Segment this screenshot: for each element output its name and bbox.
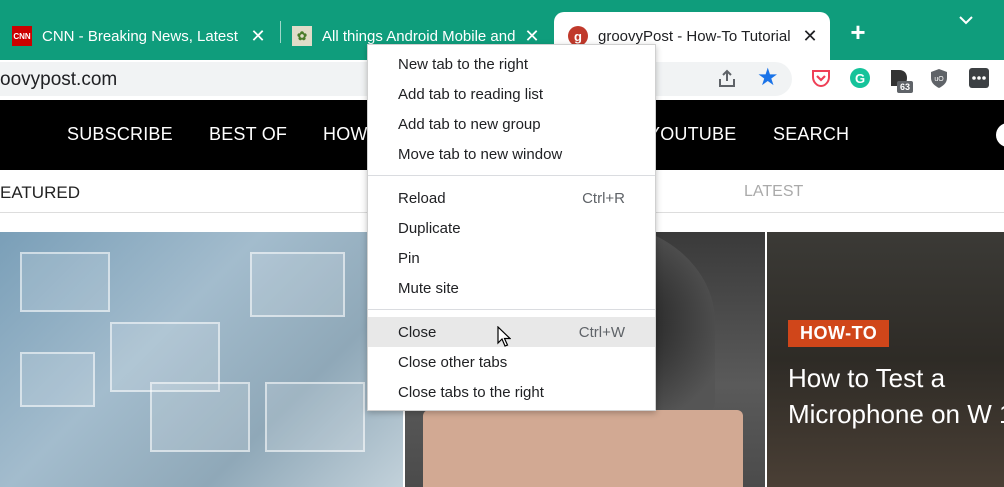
mouse-cursor-icon [497, 326, 511, 347]
tab-title: All things Android Mobile and [322, 27, 516, 45]
android-favicon-icon: ✿ [292, 26, 312, 46]
envelope-icon [150, 382, 250, 452]
menu-item-close-other-tabs[interactable]: Close other tabs [368, 347, 655, 377]
nav-youtube[interactable]: YOUTUBE [648, 124, 736, 145]
envelope-icon [20, 252, 110, 312]
bookmark-star-icon[interactable]: ★ [757, 66, 779, 90]
tab-title: groovyPost - How-To Tutorial [598, 27, 791, 45]
ublock-origin-icon[interactable]: uO [928, 67, 950, 89]
envelope-icon [20, 352, 95, 407]
new-tab-plus-icon[interactable]: + [846, 19, 870, 45]
close-icon[interactable]: ✕ [248, 26, 268, 47]
menu-item-mute-site[interactable]: Mute site [368, 273, 655, 303]
groovypost-favicon-icon: g [568, 26, 588, 46]
nav-subscribe[interactable]: SUBSCRIBE [67, 124, 173, 145]
laptop-image [423, 410, 743, 487]
shortcut-label: Ctrl+R [582, 190, 625, 207]
menu-item-close[interactable]: Close Ctrl+W [368, 317, 655, 347]
menu-item-duplicate[interactable]: Duplicate [368, 213, 655, 243]
chevron-down-icon[interactable] [956, 10, 976, 30]
svg-text:G: G [855, 71, 865, 86]
category-badge[interactable]: HOW-TO [788, 320, 890, 347]
menu-item-pin[interactable]: Pin [368, 243, 655, 273]
grammarly-icon[interactable]: G [849, 67, 871, 89]
nav-best-of[interactable]: BEST OF [209, 124, 287, 145]
envelope-icon [250, 252, 345, 317]
menu-item-reload[interactable]: Reload Ctrl+R [368, 183, 655, 213]
url-text[interactable]: oovypost.com [0, 69, 117, 91]
menu-item-new-tab-right[interactable]: New tab to the right [368, 49, 655, 79]
tab-cnn[interactable]: CNN CNN - Breaking News, Latest N ✕ [12, 12, 268, 60]
tab-latest[interactable]: LATEST [744, 183, 803, 201]
cnn-favicon-icon: CNN [12, 26, 32, 46]
close-icon[interactable]: ✕ [800, 26, 820, 47]
shortcut-label: Ctrl+W [578, 324, 625, 341]
svg-text:uO: uO [934, 76, 944, 83]
extension-badge: 63 [897, 81, 914, 93]
menu-separator [368, 175, 655, 176]
tab-context-menu: New tab to the right Add tab to reading … [367, 44, 656, 411]
nav-how[interactable]: HOW [323, 124, 368, 145]
share-icon[interactable] [716, 68, 738, 90]
envelope-icon [265, 382, 365, 452]
tab-title: CNN - Breaking News, Latest N [42, 27, 242, 45]
article-title[interactable]: How to Test a Microphone on W 11 [788, 360, 1004, 432]
article-card-microphone[interactable]: HOW-TO How to Test a Microphone on W 11 [767, 232, 1004, 487]
menu-item-close-tabs-right[interactable]: Close tabs to the right [368, 377, 655, 407]
tab-featured[interactable]: EATURED [0, 183, 80, 203]
nav-search[interactable]: SEARCH [773, 124, 849, 145]
user-icon[interactable] [996, 123, 1004, 147]
menu-item-add-to-reading-list[interactable]: Add tab to reading list [368, 79, 655, 109]
tab-separator [280, 21, 281, 43]
menu-item-add-to-group[interactable]: Add tab to new group [368, 109, 655, 139]
menu-separator [368, 309, 655, 310]
article-card-email[interactable] [0, 232, 403, 487]
pocket-icon[interactable] [810, 67, 832, 89]
extensions-menu-icon[interactable] [968, 67, 990, 89]
menu-item-move-to-window[interactable]: Move tab to new window [368, 139, 655, 169]
